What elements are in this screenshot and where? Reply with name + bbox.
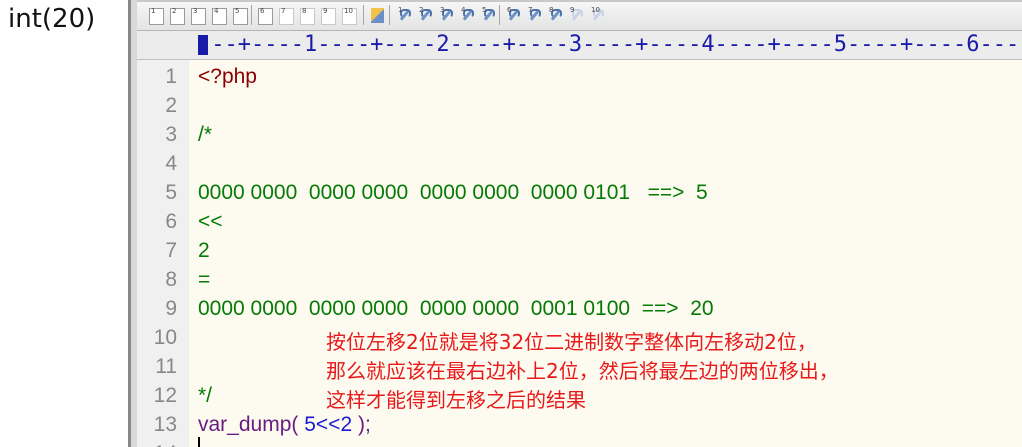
bookmark-page-icon[interactable]: 8 bbox=[300, 7, 315, 25]
macro-wrench-icon[interactable]: 7 bbox=[527, 6, 541, 22]
macro-number: 1 bbox=[398, 6, 403, 14]
code-line-5: 0000 0000 0000 0000 0000 0000 0000 0101 … bbox=[198, 181, 708, 204]
macro-wrench-icon[interactable]: 10 bbox=[590, 6, 604, 22]
toolbar-separator bbox=[499, 5, 500, 25]
number-literal-2: 2 bbox=[340, 413, 353, 436]
line-number: 13 bbox=[153, 413, 177, 436]
output-pane: int(20) bbox=[0, 0, 128, 447]
bookmark-number: 4 bbox=[214, 7, 219, 15]
line-number: 8 bbox=[165, 268, 177, 291]
line-number: 2 bbox=[165, 94, 177, 117]
bookmark-page-icon[interactable]: 6 bbox=[258, 7, 273, 25]
bookmark-number: 3 bbox=[193, 7, 198, 15]
macro-number: 7 bbox=[528, 6, 533, 14]
line-number: 7 bbox=[165, 239, 177, 262]
annotation-line-1: 按位左移2位就是将32位二进制数字整体向左移动2位， bbox=[326, 330, 817, 354]
line-number: 6 bbox=[165, 210, 177, 233]
open-paren: ( bbox=[291, 413, 305, 436]
macro-edit-icon[interactable] bbox=[371, 8, 384, 23]
bookmark-page-icon[interactable]: 1 bbox=[149, 7, 164, 25]
macro-number: 3 bbox=[440, 6, 445, 14]
bookmark-number: 7 bbox=[281, 7, 286, 15]
macro-number: 10 bbox=[591, 6, 600, 14]
line-number: 11 bbox=[155, 355, 177, 378]
code-line-12: */ bbox=[198, 384, 213, 407]
line-number: 10 bbox=[153, 326, 177, 349]
macro-number: 8 bbox=[549, 6, 554, 14]
macro-wrench-icon[interactable]: 9 bbox=[569, 6, 583, 22]
line-number: 14 bbox=[137, 442, 177, 447]
macro-number: 9 bbox=[570, 6, 575, 14]
bookmark-page-icon[interactable]: 4 bbox=[212, 7, 227, 25]
bookmark-number: 1 bbox=[151, 7, 156, 15]
toolbar-separator bbox=[251, 5, 252, 25]
bookmark-page-icon[interactable]: 5 bbox=[233, 7, 248, 25]
macro-number: 4 bbox=[461, 6, 466, 14]
code-line-3: /* bbox=[198, 123, 213, 146]
editor-toolbar: 1 2 3 4 5 6 7 8 9 10 1 2 3 4 5 6 7 8 9 10 bbox=[137, 0, 1022, 31]
line-number: 1 bbox=[165, 65, 177, 88]
code-line-13: var_dump( 5<<2 ); bbox=[198, 413, 371, 437]
bookmark-page-icon[interactable]: 10 bbox=[342, 7, 357, 25]
line-number: 4 bbox=[165, 152, 177, 175]
code-line-8: = bbox=[198, 268, 211, 291]
annotation-note: 按位左移2位就是将32位二进制数字整体向左移动2位， 那么就应该在最右边补上2位… bbox=[326, 328, 839, 415]
toolbar-separator bbox=[389, 5, 390, 25]
macro-wrench-icon[interactable]: 8 bbox=[548, 6, 562, 22]
number-literal-5: 5 bbox=[304, 413, 316, 436]
line-number: 12 bbox=[153, 384, 177, 407]
line-number-gutter: 1234567891011121314 bbox=[137, 60, 189, 447]
toolbar-separator bbox=[363, 5, 364, 25]
macro-wrench-icon[interactable]: 6 bbox=[506, 6, 520, 22]
macro-number: 5 bbox=[482, 6, 487, 14]
toolbar-top-border bbox=[137, 0, 1022, 2]
bookmark-number: 9 bbox=[323, 7, 328, 15]
macro-wrench-icon[interactable]: 4 bbox=[460, 6, 474, 22]
shift-operator: << bbox=[315, 413, 341, 436]
bookmark-page-icon[interactable]: 9 bbox=[321, 7, 336, 25]
macro-number: 6 bbox=[507, 6, 512, 14]
bookmark-page-icon[interactable]: 3 bbox=[191, 7, 206, 25]
bookmark-number: 5 bbox=[235, 7, 240, 15]
text-caret bbox=[198, 437, 200, 447]
bookmark-page-icon[interactable]: 7 bbox=[279, 7, 294, 25]
close-paren: ); bbox=[352, 413, 371, 436]
annotation-line-3: 这样才能得到左移之后的结果 bbox=[326, 388, 586, 412]
column-ruler: ---+----1----+----2----+----3----+----4-… bbox=[137, 31, 1022, 60]
annotation-line-2: 那么就应该在最右边补上2位，然后将最左边的两位移出， bbox=[326, 359, 839, 383]
macro-wrench-icon[interactable]: 3 bbox=[439, 6, 453, 22]
code-line-9: 0000 0000 0000 0000 0000 0000 0001 0100 … bbox=[198, 297, 714, 320]
bookmark-number: 2 bbox=[172, 7, 177, 15]
bookmark-number: 8 bbox=[302, 7, 307, 15]
function-name: var_dump bbox=[198, 413, 292, 436]
macro-number: 2 bbox=[419, 6, 424, 14]
bookmark-number: 6 bbox=[260, 7, 265, 15]
code-line-6: << bbox=[198, 210, 223, 233]
macro-wrench-icon[interactable]: 1 bbox=[397, 6, 411, 22]
output-text: int(20) bbox=[8, 4, 96, 34]
line-number: 9 bbox=[165, 297, 177, 320]
bookmark-number: 10 bbox=[344, 7, 353, 15]
code-line-7: 2 bbox=[198, 239, 210, 262]
bookmark-page-icon[interactable]: 2 bbox=[170, 7, 185, 25]
ruler-text: ---+----1----+----2----+----3----+----4-… bbox=[198, 32, 1022, 57]
macro-wrench-icon[interactable]: 2 bbox=[418, 6, 432, 22]
line-number: 3 bbox=[165, 123, 177, 146]
code-line-1: <?php bbox=[198, 65, 257, 88]
line-number: 5 bbox=[165, 181, 177, 204]
macro-wrench-icon[interactable]: 5 bbox=[481, 6, 495, 22]
